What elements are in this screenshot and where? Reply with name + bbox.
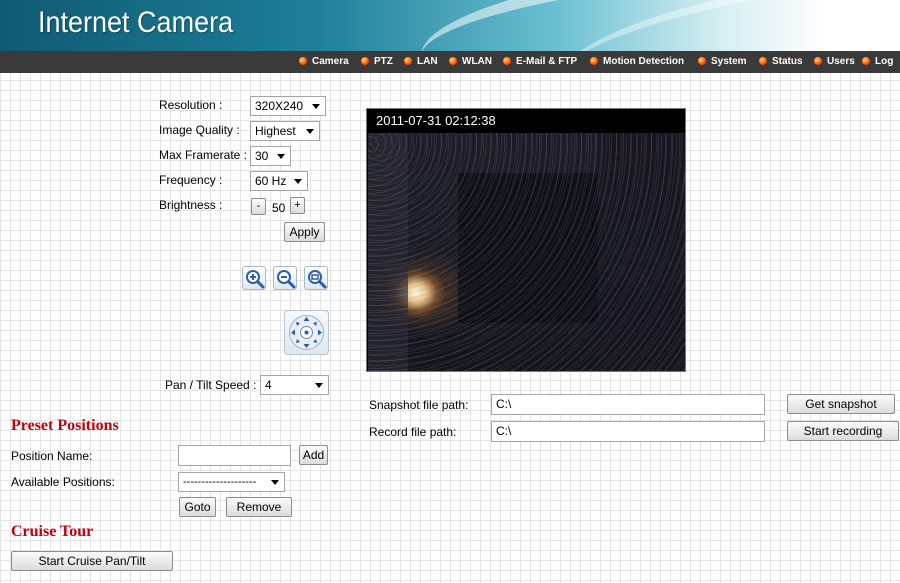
record-path-label: Record file path: [369, 425, 457, 439]
start-cruise-button[interactable]: Start Cruise Pan/Tilt [11, 551, 173, 571]
available-positions-value: -------------------- [183, 476, 257, 488]
bullet-icon [698, 57, 706, 65]
resolution-value: 320X240 [255, 99, 304, 113]
chevron-down-icon [312, 104, 320, 109]
bullet-icon [449, 57, 457, 65]
nav-item-system[interactable]: System [698, 51, 747, 73]
nav-bar: Camera PTZ LAN WLAN E-Mail & FTP Motion … [0, 51, 900, 73]
bullet-icon [590, 57, 598, 65]
image-quality-select[interactable]: Highest [250, 121, 320, 141]
chevron-down-icon [306, 129, 314, 134]
nav-label: E-Mail & FTP [516, 56, 578, 67]
frequency-value: 60 Hz [255, 174, 287, 188]
nav-item-motion-detection[interactable]: Motion Detection [590, 51, 684, 73]
video-timestamp: 2011-07-31 02:12:38 [376, 113, 496, 128]
nav-label: PTZ [374, 56, 393, 67]
remove-position-button[interactable]: Remove [226, 497, 292, 517]
directional-pad-icon[interactable] [284, 310, 329, 355]
nav-item-status[interactable]: Status [759, 51, 803, 73]
max-framerate-select[interactable]: 30 [250, 146, 291, 166]
pan-tilt-speed-select[interactable]: 4 [260, 375, 329, 395]
nav-label: System [711, 56, 747, 67]
snapshot-path-label: Snapshot file path: [369, 398, 469, 412]
chevron-down-icon [315, 383, 323, 388]
nav-label: Users [827, 56, 855, 67]
nav-item-ptz[interactable]: PTZ [361, 51, 393, 73]
position-name-label: Position Name: [11, 449, 93, 463]
camera-feed-image [368, 133, 685, 371]
image-quality-value: Highest [255, 124, 296, 138]
apply-button[interactable]: Apply [284, 222, 325, 242]
get-snapshot-button[interactable]: Get snapshot [787, 394, 895, 414]
brightness-decrease-button[interactable]: - [251, 198, 266, 215]
nav-item-lan[interactable]: LAN [404, 51, 438, 73]
frequency-select[interactable]: 60 Hz [250, 171, 308, 191]
pan-tilt-speed-value: 4 [265, 378, 272, 392]
chevron-down-icon [271, 480, 279, 485]
zoom-reset-icon[interactable] [304, 266, 328, 290]
chevron-down-icon [294, 179, 302, 184]
bullet-icon [862, 57, 870, 65]
nav-item-users[interactable]: Users [814, 51, 855, 73]
nav-label: Camera [312, 56, 349, 67]
add-position-button[interactable]: Add [299, 445, 328, 465]
bullet-icon [404, 57, 412, 65]
nav-item-email-ftp[interactable]: E-Mail & FTP [503, 51, 577, 73]
brightness-label: Brightness : [159, 198, 223, 212]
bullet-icon [299, 57, 307, 65]
pan-tilt-speed-label: Pan / Tilt Speed : [165, 378, 257, 392]
zoom-in-icon[interactable] [242, 266, 266, 290]
app-title: Internet Camera [38, 6, 234, 39]
nav-item-wlan[interactable]: WLAN [449, 51, 492, 73]
available-positions-label: Available Positions: [11, 475, 115, 489]
bullet-icon [503, 57, 511, 65]
bullet-icon [361, 57, 369, 65]
preset-positions-title: Preset Positions [11, 417, 119, 434]
bullet-icon [759, 57, 767, 65]
nav-label: WLAN [462, 56, 492, 67]
frequency-label: Frequency : [159, 173, 223, 187]
resolution-select[interactable]: 320X240 [250, 96, 326, 116]
position-name-input[interactable] [178, 445, 291, 466]
nav-item-camera[interactable]: Camera [299, 51, 349, 73]
nav-label: Status [772, 56, 803, 67]
brightness-value: 50 [272, 201, 286, 215]
zoom-out-icon[interactable] [273, 266, 297, 290]
video-viewer: 2011-07-31 02:12:38 [366, 108, 686, 372]
snapshot-path-input[interactable]: C:\ [491, 394, 765, 415]
nav-label: Motion Detection [603, 56, 685, 67]
resolution-label: Resolution : [159, 98, 223, 112]
max-framerate-label: Max Framerate : [159, 148, 248, 162]
goto-position-button[interactable]: Goto [179, 497, 216, 517]
nav-label: Log [875, 56, 894, 67]
nav-label: LAN [417, 56, 438, 67]
record-path-input[interactable]: C:\ [491, 421, 765, 442]
chevron-down-icon [277, 154, 285, 159]
start-recording-button[interactable]: Start recording [787, 421, 899, 441]
cruise-tour-title: Cruise Tour [11, 523, 94, 540]
brightness-increase-button[interactable]: + [290, 197, 305, 214]
bullet-icon [814, 57, 822, 65]
nav-item-log[interactable]: Log [862, 51, 893, 73]
available-positions-select[interactable]: -------------------- [178, 472, 285, 492]
image-quality-label: Image Quality : [159, 123, 240, 137]
max-framerate-value: 30 [255, 149, 269, 163]
